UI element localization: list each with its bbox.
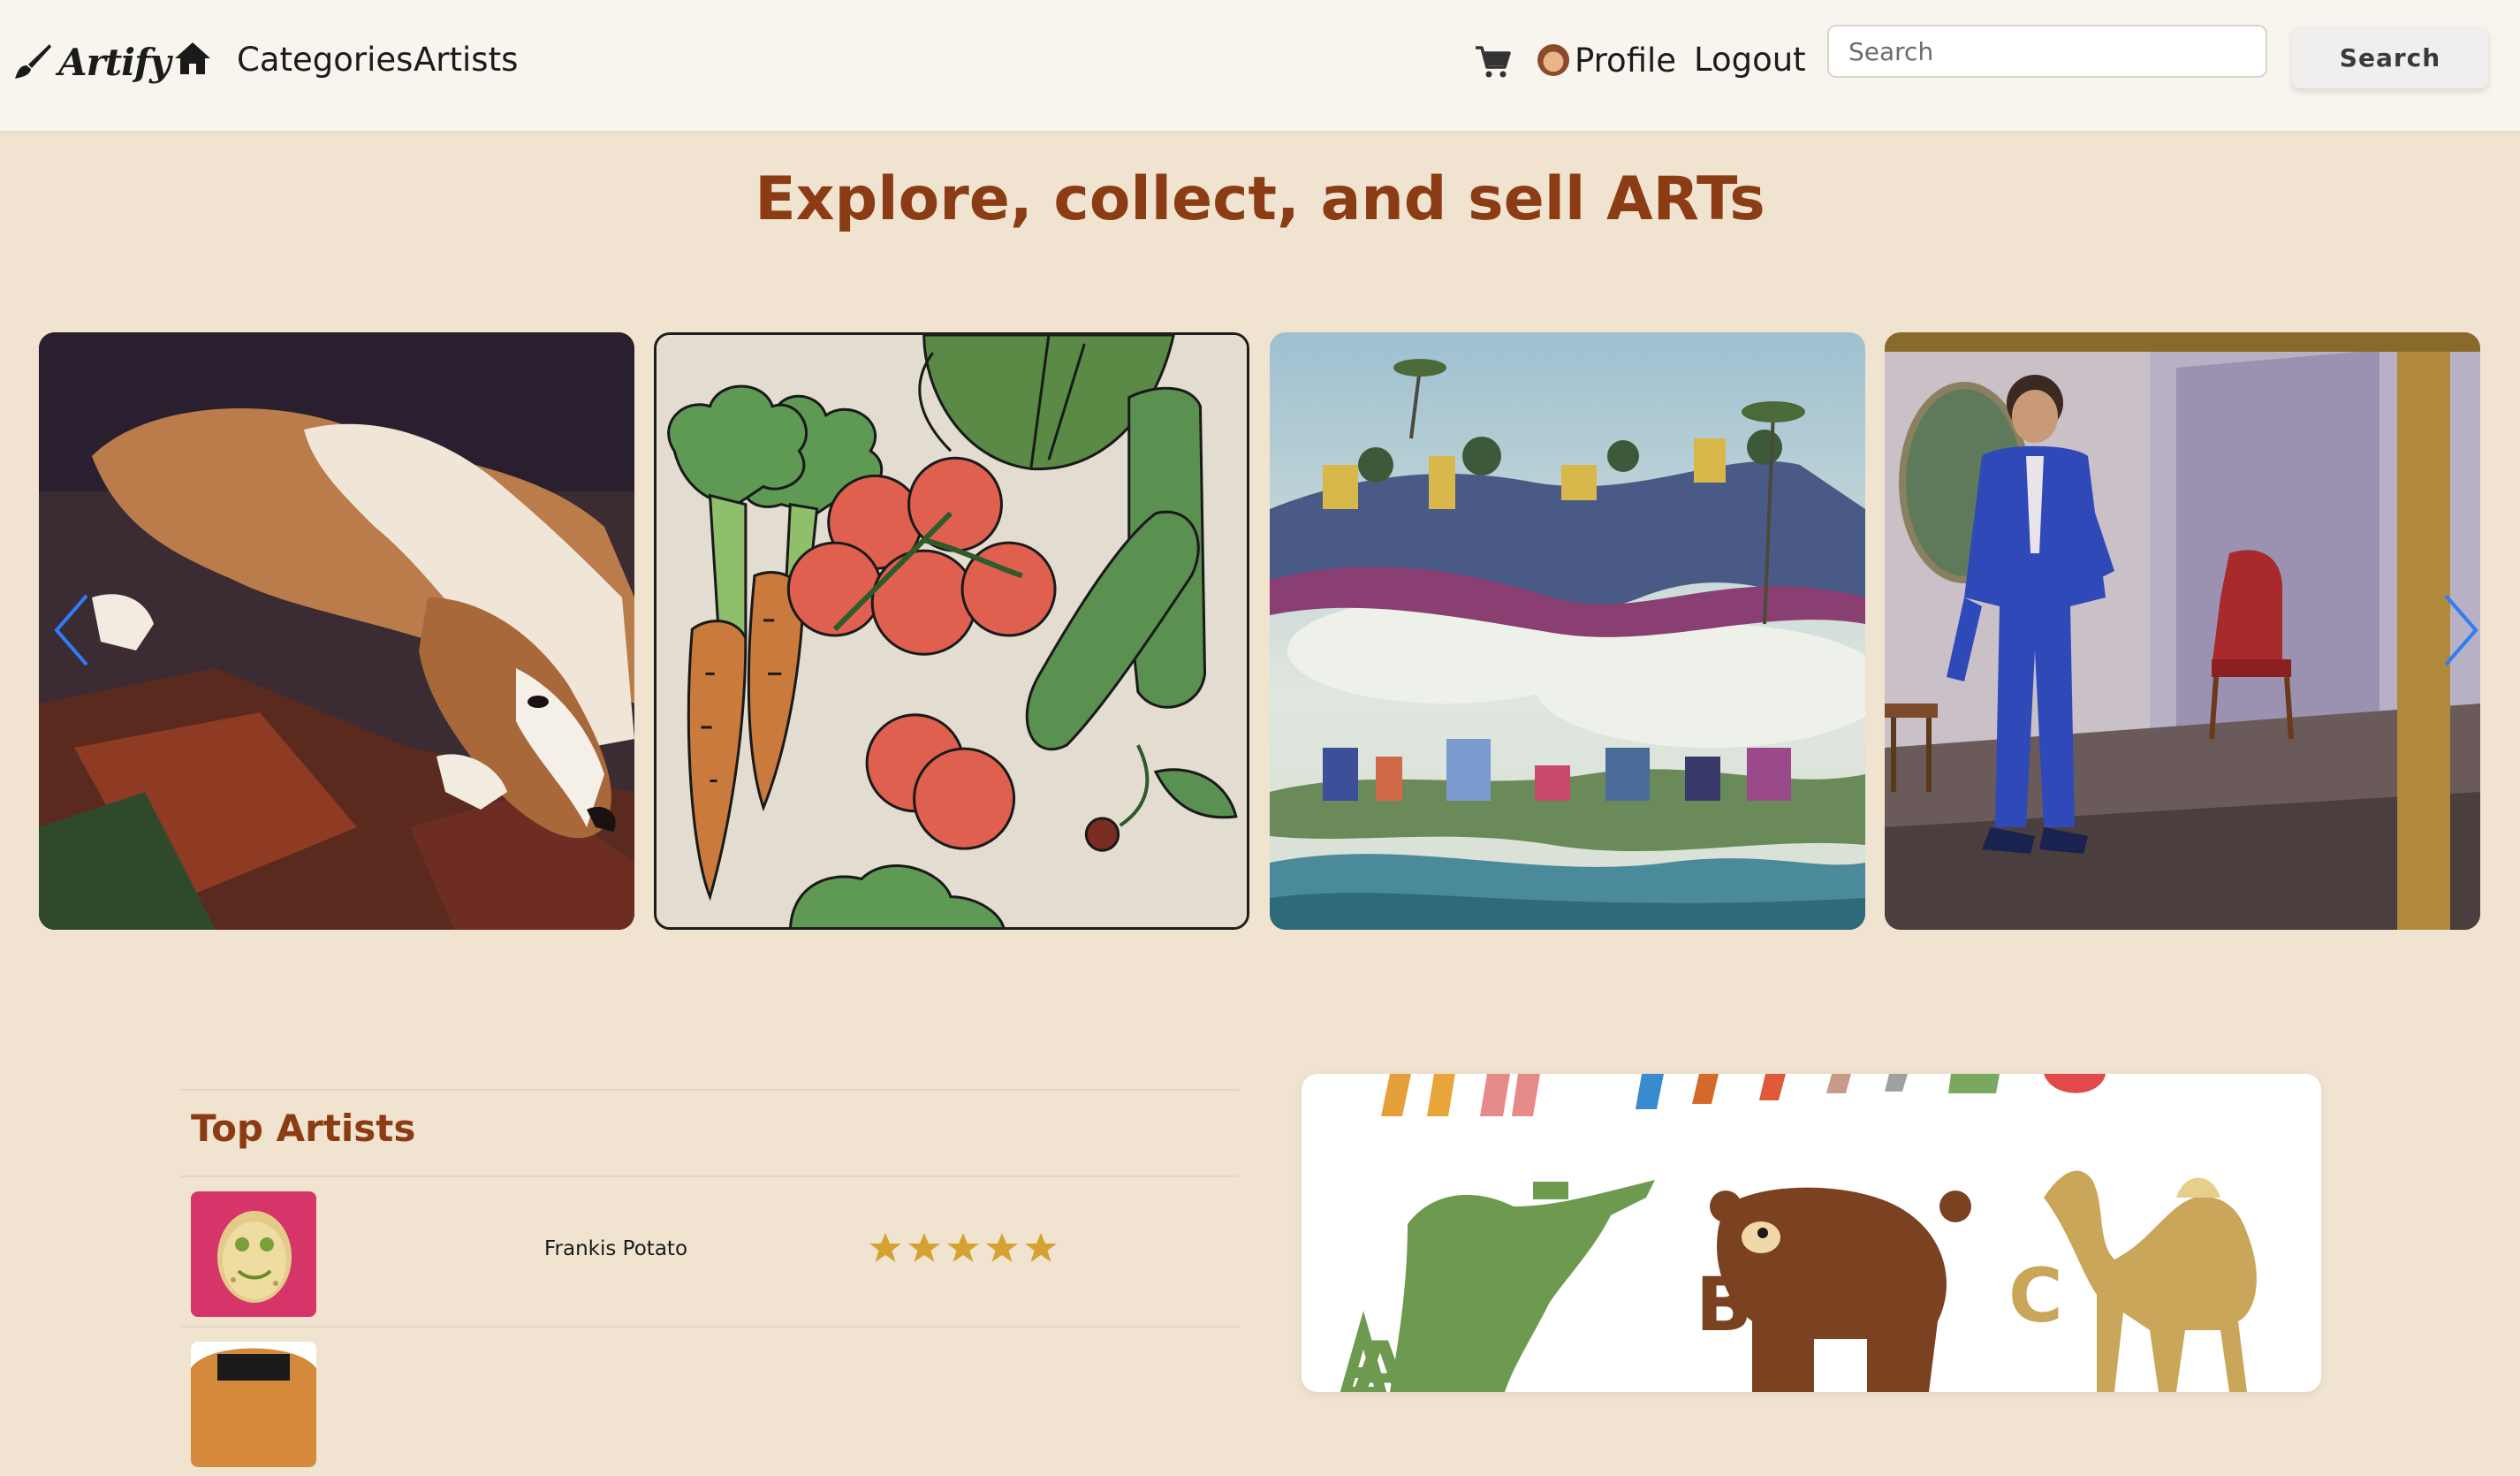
search-button[interactable]: Search — [2292, 27, 2488, 88]
artist-name: Frankis Potato — [544, 1237, 688, 1260]
brand-name: Artify — [58, 40, 171, 84]
star-icon — [868, 1230, 903, 1269]
star-icon — [907, 1230, 942, 1269]
artist-avatar[interactable] — [191, 1191, 316, 1317]
shopping-cart-icon[interactable] — [1474, 44, 1511, 80]
chevron-left-icon[interactable] — [51, 592, 92, 668]
artwork-carousel — [39, 332, 2481, 930]
profile-link[interactable]: Profile — [1537, 35, 1676, 85]
hero-title: Explore, collect, and sell ARTs — [755, 164, 1765, 234]
letter-b: B — [1696, 1261, 1752, 1348]
carousel-slide-portrait-painting[interactable] — [1885, 332, 2480, 930]
artist-list-item[interactable]: Frankis Potato — [180, 1175, 1239, 1326]
carousel-slide-oasis-painting[interactable] — [1270, 332, 1865, 930]
letter-a: A — [1353, 1327, 1408, 1392]
top-artists-section: Top Artists Frankis Potato — [180, 1089, 1239, 1467]
home-icon[interactable] — [173, 41, 212, 76]
star-icon — [1023, 1230, 1059, 1269]
star-icon — [945, 1230, 981, 1269]
artist-avatar[interactable] — [191, 1342, 316, 1467]
logout-link[interactable]: Logout — [1694, 35, 1806, 85]
artist-rating — [868, 1230, 1059, 1269]
top-navbar: Artify Categories Artists Profile Logout… — [0, 0, 2520, 131]
user-avatar — [1537, 44, 1569, 76]
top-artists-title: Top Artists — [191, 1107, 416, 1150]
featured-artwork-card[interactable]: A B C — [1302, 1074, 2321, 1392]
profile-label: Profile — [1575, 41, 1677, 80]
letter-c: C — [2008, 1252, 2063, 1339]
nav-link-artists[interactable]: Artists — [414, 35, 518, 85]
brand-logo-link[interactable]: Artify — [12, 34, 171, 90]
search-input[interactable] — [1827, 25, 2267, 78]
carousel-slide-dog-painting[interactable] — [39, 332, 634, 930]
nav-link-categories[interactable]: Categories — [237, 35, 413, 85]
chevron-right-icon[interactable] — [2440, 592, 2481, 668]
paintbrush-icon — [12, 42, 53, 82]
star-icon — [984, 1230, 1020, 1269]
artist-list-item[interactable] — [180, 1326, 1239, 1476]
carousel-slide-vegetables[interactable] — [654, 332, 1249, 930]
